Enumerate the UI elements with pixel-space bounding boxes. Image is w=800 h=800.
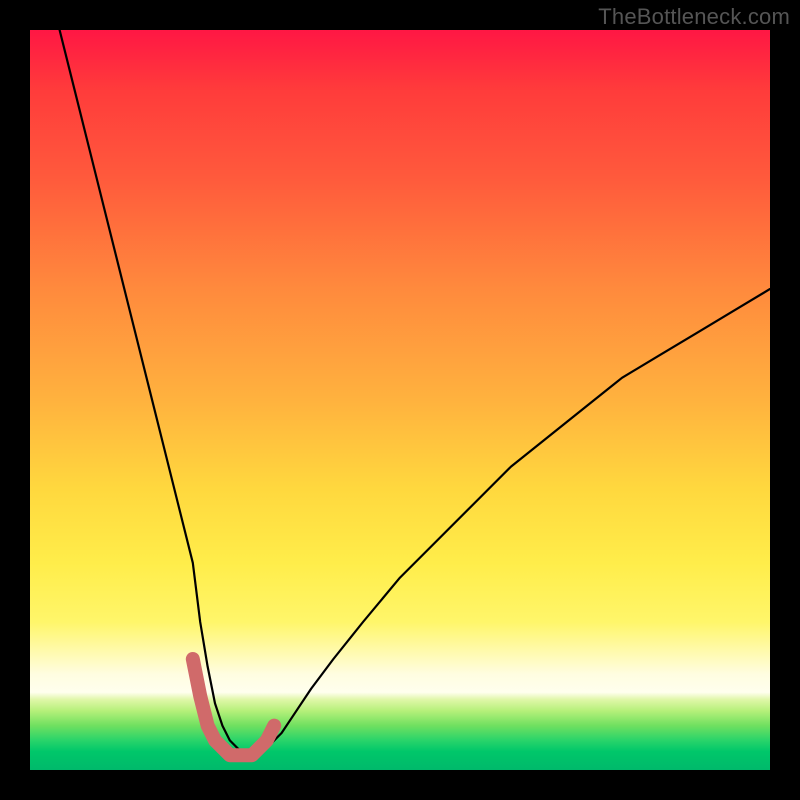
chart-frame: TheBottleneck.com <box>0 0 800 800</box>
curve-svg <box>30 30 770 770</box>
bottleneck-curve-path <box>60 30 770 755</box>
optimal-segment-path <box>193 659 274 755</box>
watermark-text: TheBottleneck.com <box>598 4 790 30</box>
plot-area <box>30 30 770 770</box>
